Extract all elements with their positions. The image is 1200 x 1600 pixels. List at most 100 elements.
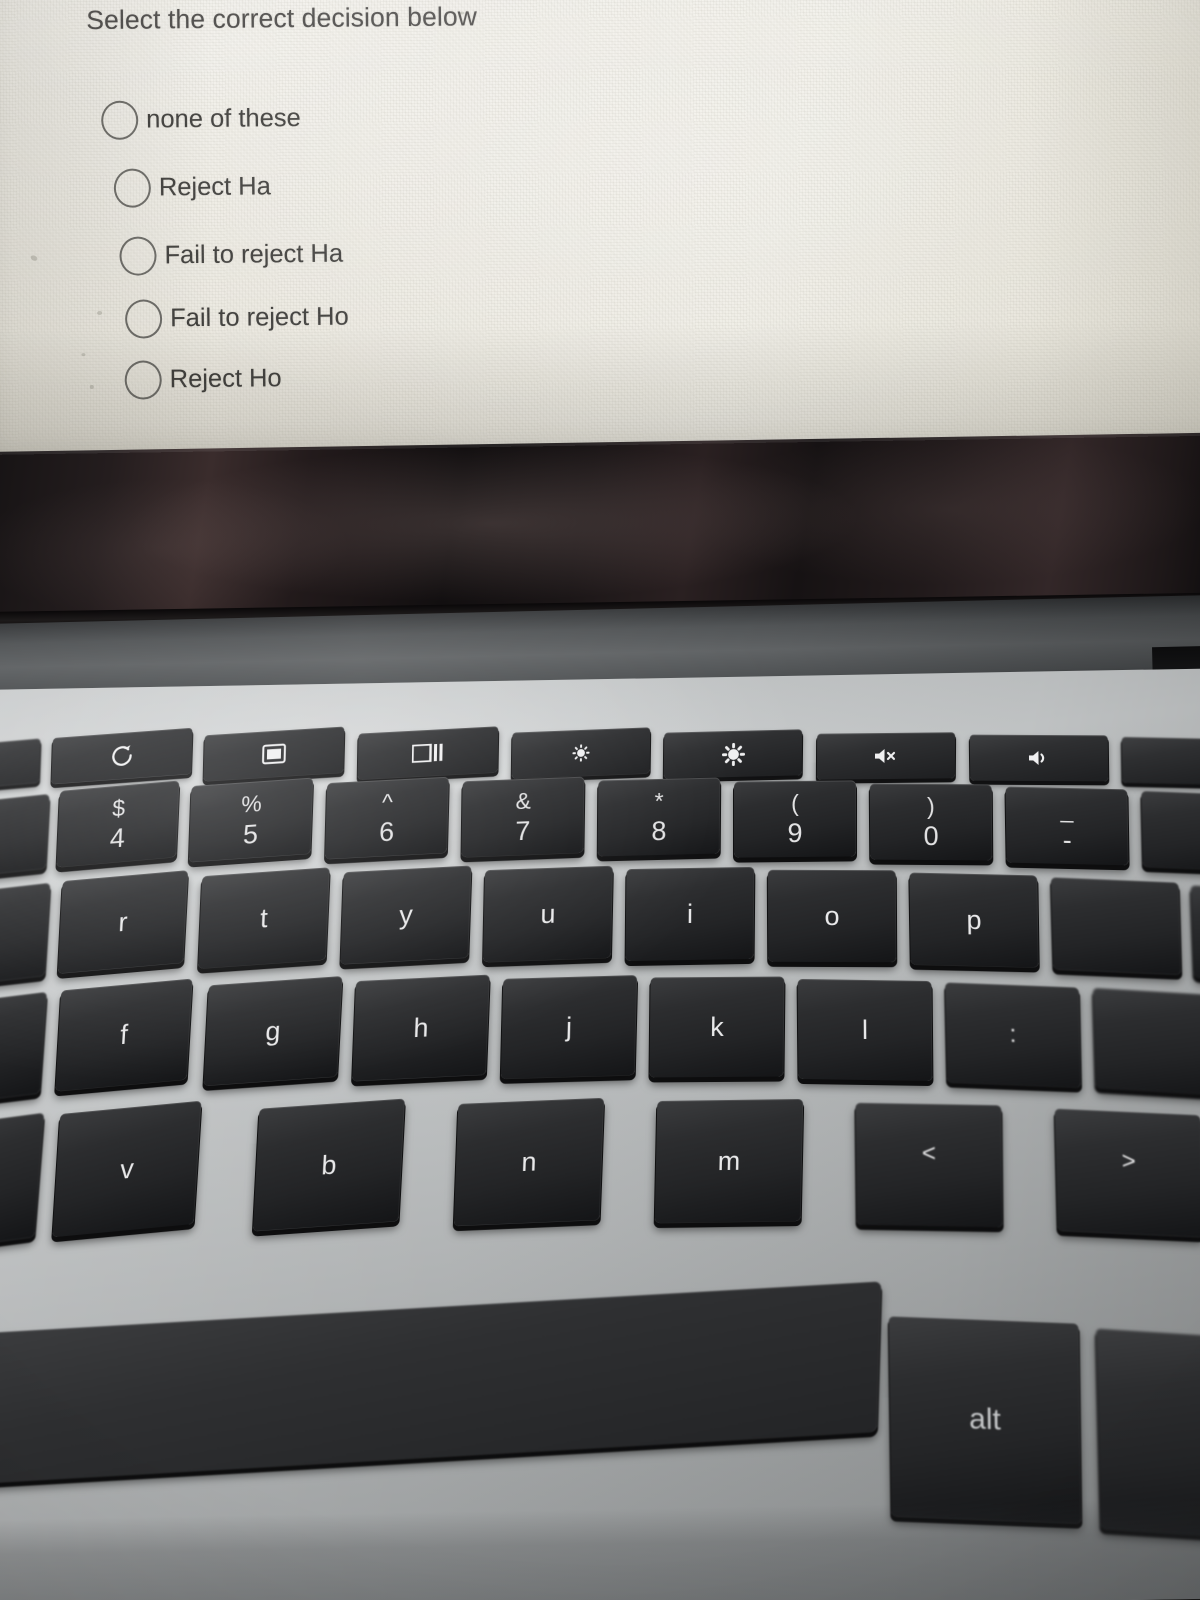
mute-key[interactable] [816,732,956,780]
radio-button-icon[interactable] [113,168,152,208]
window-overview-icon [411,743,444,763]
key-legend: % 5 [240,789,263,850]
dust-speck [97,310,103,315]
radio-option-label: Fail to reject Ho [169,302,349,333]
letter-key-k[interactable]: k [649,976,785,1078]
number-key-partial-left[interactable] [0,793,50,881]
key-legend: l [861,1014,869,1045]
key-shift-legend: _ [1060,796,1074,823]
brightness-up-key[interactable] [663,729,803,779]
radio-option-label: Reject Ha [158,172,271,202]
letter-key-i[interactable]: i [625,866,755,962]
fn-key-partial-right[interactable] [1121,736,1200,786]
key-legend: < [921,1139,937,1168]
key-shift-legend: * [654,787,664,814]
key-legend: : [1009,1020,1017,1049]
key-legend: ^ 6 [379,788,395,847]
dust-speck [81,353,86,357]
key-shift-legend: ( [791,789,799,816]
radio-option-fail-to-reject-ha[interactable]: Fail to reject Ha [119,235,343,276]
radio-option-reject-ha[interactable]: Reject Ha [113,167,271,208]
key-legend: f [119,1019,129,1050]
letter-key-m[interactable]: m [654,1098,804,1224]
key-legend: g [264,1014,282,1047]
radio-button-icon[interactable] [119,236,157,276]
number-key-partial-right[interactable] [1141,790,1200,872]
key-legend: & 7 [515,787,531,847]
number-key-0[interactable]: ) 0 [869,783,993,861]
overview-key[interactable] [357,726,499,780]
letter-key-v[interactable]: v [52,1100,202,1238]
number-key-4[interactable]: $ 4 [56,780,180,868]
radio-option-label: Reject Ho [169,364,282,394]
dust-speck [29,254,39,262]
letter-key-j[interactable]: j [500,975,638,1079]
key-legend: p [966,904,982,935]
radio-option-reject-ho[interactable]: Reject Ho [124,359,282,400]
letter-key-y[interactable]: y [340,865,472,965]
radio-option-fail-to-reject-ho[interactable]: Fail to reject Ho [124,298,349,339]
letter-key-l[interactable]: l [797,978,933,1082]
letter-key-o[interactable]: o [767,869,897,963]
number-key-5[interactable]: % 5 [188,777,314,863]
volume-down-icon [1026,748,1052,768]
key-legend: * 8 [651,787,666,846]
letter-key-b[interactable]: b [252,1098,406,1232]
key-shift-legend: % [240,789,263,818]
letter-key-partial-right[interactable] [1050,877,1182,975]
key-base-legend: 7 [515,815,531,847]
brightness-down-key[interactable] [511,727,651,779]
period-key[interactable]: > [1054,1108,1200,1238]
key-base-legend: 9 [787,817,803,848]
fullscreen-icon [262,743,286,765]
key-legend: alt [968,1402,1002,1437]
number-key-9[interactable]: ( 9 [734,780,856,858]
key-legend: b [320,1148,338,1181]
letter-key-t[interactable]: t [198,867,330,969]
fullscreen-key[interactable] [203,726,345,782]
radio-option-label: none of these [146,104,301,134]
radio-option-label: Fail to reject Ha [164,239,344,270]
key-legend: n [520,1146,538,1177]
letter-key-p[interactable]: p [909,872,1039,968]
comma-key[interactable]: < [855,1102,1003,1228]
semicolon-key[interactable]: : [945,982,1081,1088]
key-legend: u [540,898,556,929]
radio-option-none-of-these[interactable]: none of these [101,99,301,140]
letter-key-partial-left[interactable] [0,882,51,990]
key-shift-legend: $ [111,793,126,822]
letter-key-h[interactable]: h [352,974,490,1082]
volume-down-key[interactable] [969,734,1109,782]
key-shift-legend: ) [926,792,935,819]
key-legend: ( 9 [787,789,803,848]
letter-key-n[interactable]: n [453,1097,605,1227]
key-legend: h [412,1012,430,1043]
number-key-6[interactable]: ^ 6 [325,776,449,860]
key-base-legend: - [1062,824,1072,856]
key-base-legend: 0 [923,820,939,851]
letter-key-r[interactable]: r [57,870,189,974]
key-legend: y [398,899,414,930]
key-legend: v [119,1152,135,1185]
radio-button-icon[interactable] [101,100,139,140]
key-legend: > [1121,1147,1137,1176]
key-legend: i [686,898,694,929]
letter-key-u[interactable]: u [483,865,613,963]
page-title: Select the correct decision below [86,1,478,36]
alt-key[interactable]: alt [888,1316,1082,1524]
laptop-screen: Select the correct decision below none o… [0,0,1200,474]
number-key-8[interactable]: * 8 [597,777,721,857]
brightness-down-icon [572,744,590,763]
radio-button-icon[interactable] [124,299,163,339]
key-legend: $ 4 [109,793,126,854]
letter-key-g[interactable]: g [203,976,343,1086]
key-legend: t [259,902,269,933]
hyphen-key[interactable]: _ - [1005,786,1129,866]
radio-button-icon[interactable] [124,360,162,400]
number-key-7[interactable]: & 7 [461,776,585,858]
letter-key-f[interactable]: f [55,978,193,1092]
key-legend: _ - [1060,796,1074,856]
home-key-partial-right[interactable] [1092,987,1200,1097]
fn-key-partial-left[interactable] [0,738,41,790]
key-legend: ) 0 [923,792,939,851]
